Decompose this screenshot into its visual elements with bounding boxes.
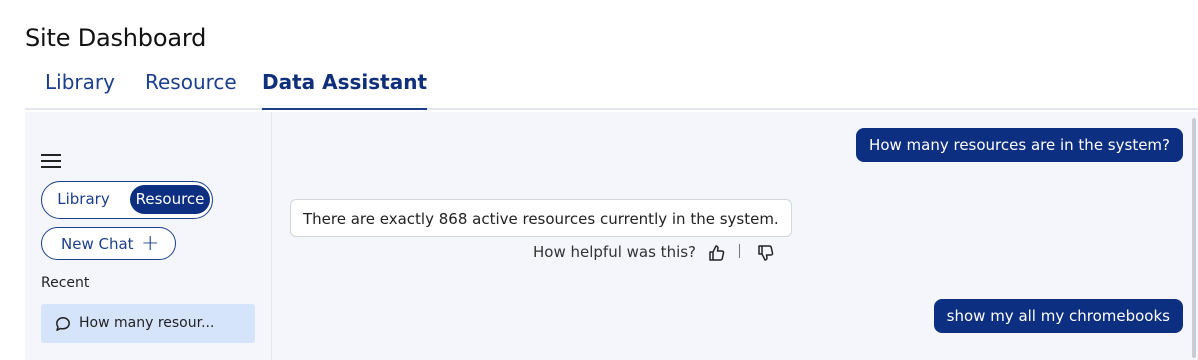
- source-toggle: Library Resource: [41, 181, 213, 219]
- page-title: Site Dashboard: [25, 24, 207, 52]
- chat-area: How many resources are in the system? Th…: [273, 112, 1198, 360]
- main-content: Library Resource New Chat + Recent How m…: [25, 112, 1198, 360]
- thumbs-up-icon[interactable]: [707, 243, 727, 263]
- tab-data-assistant[interactable]: Data Assistant: [262, 70, 428, 110]
- feedback-divider: [739, 244, 740, 258]
- tab-library[interactable]: Library: [45, 70, 115, 110]
- recent-chat-label: How many resour...: [79, 315, 215, 331]
- chat-scrollbar[interactable]: [1192, 118, 1196, 358]
- toggle-library[interactable]: Library: [46, 185, 121, 214]
- new-chat-label: New Chat: [61, 235, 134, 253]
- tab-resource[interactable]: Resource: [145, 70, 237, 110]
- chat-bubble-icon: [56, 317, 70, 331]
- recent-chat-item[interactable]: How many resour...: [41, 304, 255, 343]
- hamburger-menu-icon[interactable]: [41, 154, 61, 170]
- thumbs-down-icon[interactable]: [756, 243, 776, 263]
- toggle-resource[interactable]: Resource: [130, 185, 210, 214]
- feedback-question: How helpful was this?: [533, 243, 697, 261]
- user-message: show my all my chromebooks: [933, 299, 1183, 333]
- new-chat-button[interactable]: New Chat +: [41, 227, 176, 260]
- assistant-message: There are exactly 868 active resources c…: [290, 199, 792, 237]
- chat-sidebar: Library Resource New Chat + Recent How m…: [25, 112, 272, 360]
- recent-heading: Recent: [41, 275, 90, 291]
- user-message: How many resources are in the system?: [856, 128, 1183, 162]
- plus-icon: +: [141, 231, 160, 256]
- tab-bar: Library Resource Data Assistant: [25, 70, 1198, 110]
